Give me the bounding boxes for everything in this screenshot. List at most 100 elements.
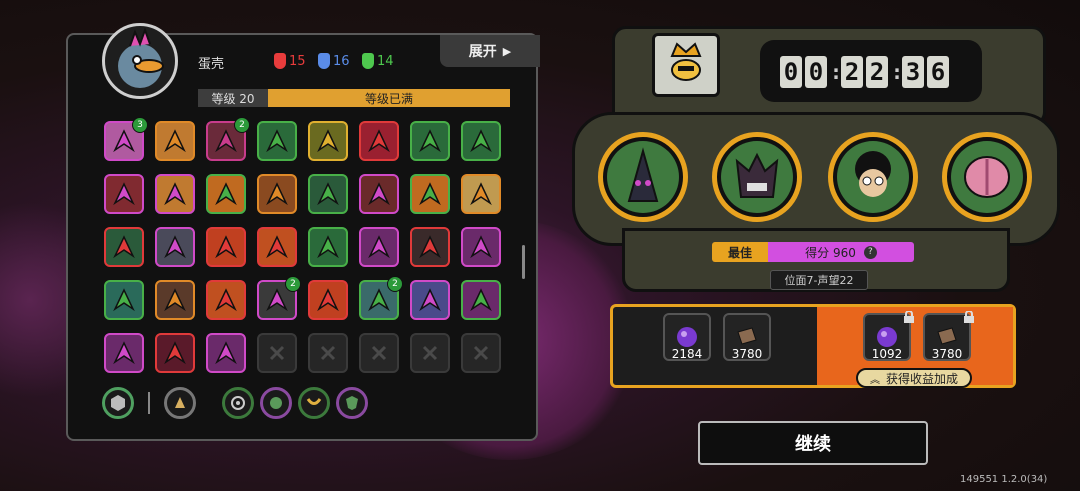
version-label: 149551 1.2.0(34) bbox=[960, 474, 1048, 485]
chain-icon bbox=[164, 288, 186, 312]
hands-icon[interactable] bbox=[164, 387, 196, 419]
skill-slot[interactable] bbox=[410, 280, 450, 320]
skill-slot[interactable] bbox=[155, 121, 195, 161]
skill-slot[interactable] bbox=[461, 121, 501, 161]
skill-slot[interactable] bbox=[461, 174, 501, 214]
timer-digit: 6 bbox=[927, 56, 949, 88]
red-mask-icon bbox=[274, 53, 286, 69]
skill-slot[interactable] bbox=[206, 280, 246, 320]
heart-icon bbox=[113, 235, 135, 259]
skill-slot[interactable] bbox=[308, 280, 348, 320]
level-bar: 等级 20 等级已满 bbox=[198, 89, 510, 107]
swirl-icon[interactable] bbox=[260, 387, 292, 419]
horned-beast-icon bbox=[721, 141, 793, 213]
skill-slot[interactable] bbox=[104, 333, 144, 373]
skill-slot[interactable] bbox=[257, 121, 297, 161]
skill-slot[interactable] bbox=[257, 174, 297, 214]
character-4[interactable] bbox=[942, 132, 1032, 222]
stat-green-value: 14 bbox=[377, 53, 394, 69]
skill-slot[interactable] bbox=[461, 227, 501, 267]
skill-slot[interactable] bbox=[104, 280, 144, 320]
stat-red-value: 15 bbox=[289, 53, 306, 69]
skill-slot[interactable] bbox=[308, 227, 348, 267]
skill-slot[interactable] bbox=[155, 227, 195, 267]
scrollbar[interactable] bbox=[522, 245, 525, 279]
skill-slot[interactable] bbox=[359, 227, 399, 267]
skill-slot[interactable] bbox=[206, 333, 246, 373]
skill-slot[interactable] bbox=[155, 333, 195, 373]
swirl-icon bbox=[470, 129, 492, 153]
skill-slot[interactable] bbox=[257, 333, 297, 373]
skill-slot[interactable] bbox=[410, 174, 450, 214]
skill-slot[interactable] bbox=[206, 227, 246, 267]
help-icon[interactable]: ? bbox=[863, 245, 877, 259]
bird-knight-icon bbox=[118, 27, 164, 88]
claw-slash-icon bbox=[215, 341, 237, 365]
skill-slot[interactable] bbox=[155, 280, 195, 320]
empty-slot-icon bbox=[371, 345, 387, 361]
skill-slot[interactable] bbox=[359, 333, 399, 373]
skill-slot[interactable]: 2 bbox=[257, 276, 301, 320]
player-avatar bbox=[102, 23, 178, 99]
sun-burst-icon bbox=[317, 129, 339, 153]
skill-slot[interactable] bbox=[410, 121, 450, 161]
diamond-icon bbox=[419, 129, 441, 153]
skill-slot[interactable] bbox=[410, 227, 450, 267]
gate-icon bbox=[419, 182, 441, 206]
skill-slot[interactable] bbox=[257, 227, 297, 267]
skill-slot[interactable]: 2 bbox=[359, 276, 403, 320]
fire-icon bbox=[266, 235, 288, 259]
expand-button[interactable]: 展开 ▶ bbox=[440, 35, 540, 67]
timer-separator: : bbox=[891, 60, 904, 84]
score-value: 得分 960 ? bbox=[768, 242, 914, 262]
skill-slot[interactable]: 3 bbox=[104, 117, 148, 161]
stat-blue-value: 16 bbox=[333, 53, 350, 69]
skill-slot[interactable] bbox=[308, 121, 348, 161]
skill-slot[interactable] bbox=[308, 333, 348, 373]
character-1[interactable] bbox=[598, 132, 688, 222]
fire-ring-icon bbox=[317, 288, 339, 312]
arrows-icon bbox=[368, 235, 390, 259]
wings-icon[interactable] bbox=[298, 387, 330, 419]
skill-level-badge: 2 bbox=[387, 276, 403, 292]
paw-icon bbox=[164, 182, 186, 206]
skill-slot[interactable]: 2 bbox=[206, 117, 250, 161]
stat-blue: 16 bbox=[318, 53, 350, 69]
skill-slot[interactable] bbox=[359, 121, 399, 161]
lock-icon bbox=[964, 311, 974, 323]
empty-slot-icon bbox=[269, 345, 285, 361]
skill-slot[interactable] bbox=[155, 174, 195, 214]
skill-level-badge: 2 bbox=[234, 117, 250, 133]
crown-duck-icon bbox=[670, 42, 702, 81]
continue-button[interactable]: 继续 bbox=[698, 421, 928, 465]
skill-slot[interactable] bbox=[461, 280, 501, 320]
player-name: 蛋壳 bbox=[198, 57, 225, 72]
green-mask-icon bbox=[362, 53, 374, 69]
eye-icon[interactable] bbox=[222, 387, 254, 419]
hexagon-icon[interactable] bbox=[102, 387, 134, 419]
skill-slot[interactable] bbox=[104, 174, 144, 214]
skill-slot[interactable] bbox=[308, 174, 348, 214]
skill-slot[interactable] bbox=[461, 333, 501, 373]
character-3[interactable] bbox=[828, 132, 918, 222]
reward-orb-value: 2184 bbox=[671, 347, 703, 361]
skill-slot[interactable] bbox=[206, 174, 246, 214]
skill-slot[interactable] bbox=[410, 333, 450, 373]
maw-icon bbox=[164, 341, 186, 365]
curly-hair-face-icon bbox=[837, 141, 909, 213]
character-2[interactable] bbox=[712, 132, 802, 222]
boost-label: 获得收益加成 bbox=[885, 371, 958, 386]
lightning-icon bbox=[113, 182, 135, 206]
level-label: 等级 20 bbox=[198, 89, 268, 107]
sunrise-icon bbox=[470, 182, 492, 206]
lock-icon bbox=[904, 311, 914, 323]
skill-slot[interactable] bbox=[359, 174, 399, 214]
claw-icon bbox=[215, 182, 237, 206]
arrow-icon bbox=[266, 129, 288, 153]
skill-slot[interactable] bbox=[104, 227, 144, 267]
target-icon bbox=[215, 235, 237, 259]
best-label: 最佳 bbox=[712, 242, 768, 262]
shield-icon[interactable] bbox=[336, 387, 368, 419]
boost-button[interactable]: ︽ 获得收益加成 bbox=[856, 368, 972, 388]
expand-label: 展开 bbox=[468, 44, 497, 60]
